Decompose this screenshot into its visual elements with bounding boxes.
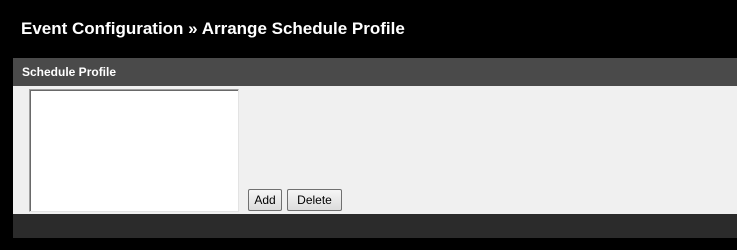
panel-body: Add Delete — [13, 86, 737, 214]
page-title: Event Configuration » Arrange Schedule P… — [21, 19, 405, 38]
schedule-profile-list[interactable] — [29, 89, 239, 212]
schedule-profile-panel: Schedule Profile Add Delete — [13, 58, 737, 238]
panel-title: Schedule Profile — [22, 65, 117, 79]
delete-button[interactable]: Delete — [287, 189, 342, 211]
add-button[interactable]: Add — [248, 189, 282, 211]
panel-footer — [13, 214, 737, 238]
page-header: Event Configuration » Arrange Schedule P… — [0, 0, 737, 48]
panel-header: Schedule Profile — [13, 58, 737, 86]
